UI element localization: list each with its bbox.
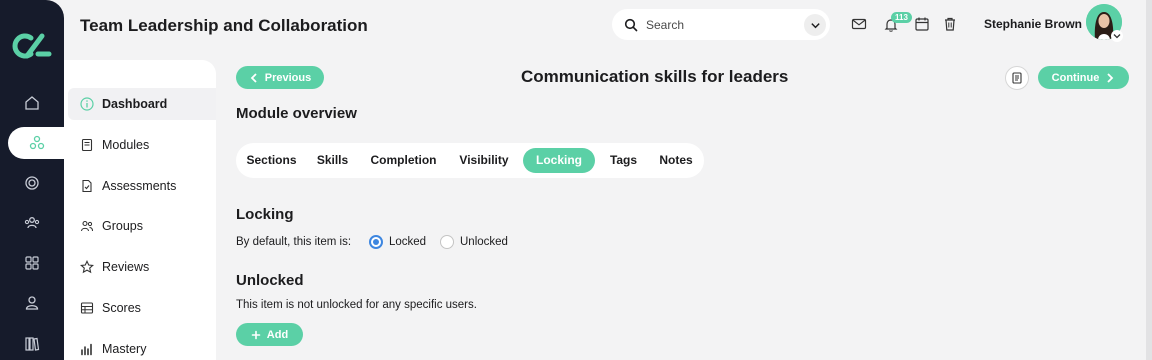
plus-icon — [251, 330, 261, 339]
info-icon — [80, 97, 94, 111]
calendar-icon — [915, 17, 929, 31]
grid-icon — [25, 256, 39, 270]
sidebar-item-label: Dashboard — [102, 97, 168, 111]
bar-chart-icon — [81, 343, 92, 356]
trash-button[interactable] — [942, 16, 958, 32]
trash-icon — [945, 17, 955, 31]
default-state-label: By default, this item is: — [236, 236, 352, 248]
tab-locking[interactable]: Locking — [523, 148, 595, 173]
tab-sections[interactable]: Sections — [241, 148, 302, 173]
avatar-menu-toggle[interactable] — [1111, 30, 1123, 42]
user-icon — [25, 296, 39, 310]
calendar-button[interactable] — [914, 16, 930, 32]
sidebar-item-label: Groups — [102, 219, 143, 233]
search-bar[interactable] — [612, 9, 830, 40]
locking-heading: Locking — [236, 206, 294, 223]
radio-unlocked-label: Unlocked — [460, 236, 508, 248]
book-icon — [81, 138, 93, 152]
chevron-down-icon — [810, 22, 820, 28]
sidebar-item-mastery[interactable]: Mastery — [68, 333, 216, 360]
radio-unlocked[interactable]: Unlocked — [440, 235, 508, 249]
rail-network[interactable] — [8, 127, 66, 159]
add-button[interactable]: Add — [236, 323, 303, 346]
document-button[interactable] — [1005, 66, 1029, 90]
page-scrollbar[interactable] — [1146, 0, 1152, 360]
groups-icon — [80, 220, 93, 232]
radio-locked[interactable]: Locked — [369, 235, 426, 249]
previous-label: Previous — [264, 71, 312, 84]
tab-notes[interactable]: Notes — [652, 148, 700, 173]
rail-user[interactable] — [0, 283, 64, 323]
tab-completion[interactable]: Completion — [363, 148, 444, 173]
messages-button[interactable] — [851, 16, 867, 32]
continue-label: Continue — [1051, 71, 1100, 84]
tab-tags[interactable]: Tags — [603, 148, 644, 173]
rail-grid[interactable] — [0, 243, 64, 283]
tab-skills[interactable]: Skills — [310, 148, 355, 173]
sidebar-item-reviews[interactable]: Reviews — [68, 251, 216, 283]
sidebar-item-modules[interactable]: Modules — [68, 129, 216, 161]
sidebar-item-label: Reviews — [102, 260, 150, 274]
search-icon — [624, 18, 638, 31]
search-dropdown-button[interactable] — [804, 14, 826, 36]
sidebar-item-label: Modules — [102, 138, 150, 152]
home-icon — [25, 96, 39, 110]
unlocked-heading: Unlocked — [236, 272, 304, 289]
continue-button[interactable]: Continue — [1038, 66, 1129, 89]
user-name: Stephanie Brown — [984, 17, 1083, 31]
search-input[interactable] — [646, 17, 786, 32]
module-tabs: Sections Skills Completion Visibility Lo… — [236, 143, 704, 178]
chevron-right-icon — [1107, 72, 1114, 83]
team-icon — [24, 217, 40, 229]
library-icon — [25, 337, 40, 351]
tab-visibility[interactable]: Visibility — [452, 148, 516, 173]
table-icon — [80, 302, 94, 314]
star-icon — [80, 260, 94, 274]
sidebar-item-label: Mastery — [102, 342, 147, 356]
notification-badge: 113 — [891, 12, 912, 23]
sidebar-item-scores[interactable]: Scores — [68, 292, 216, 324]
file-check-icon — [82, 179, 92, 193]
radio-locked-label: Locked — [389, 236, 427, 248]
module-overview-heading: Module overview — [236, 105, 357, 122]
sidebar-item-label: Scores — [102, 301, 141, 315]
app-title: Team Leadership and Collaboration — [80, 16, 368, 35]
sidebar-item-label: Assessments — [102, 179, 177, 193]
unlocked-description: This item is not unlocked for any specif… — [236, 299, 477, 311]
radio-locked-indicator[interactable] — [369, 235, 383, 249]
target-icon — [25, 176, 39, 190]
page-title: Communication skills for leaders — [521, 67, 789, 86]
previous-button[interactable]: Previous — [236, 66, 324, 89]
mail-icon — [851, 18, 867, 30]
add-label: Add — [266, 328, 289, 341]
document-icon — [1012, 72, 1022, 84]
rail-home[interactable] — [0, 83, 64, 123]
sidebar-item-dashboard[interactable]: Dashboard — [68, 88, 216, 120]
chevron-down-icon — [1113, 34, 1121, 39]
app-logo — [12, 33, 52, 59]
sidebar-item-assessments[interactable]: Assessments — [68, 170, 216, 202]
chevron-left-icon — [250, 72, 257, 83]
rail-target[interactable] — [0, 163, 64, 203]
radio-unlocked-indicator[interactable] — [440, 235, 454, 249]
rail-team[interactable] — [0, 203, 64, 243]
rail-library[interactable] — [0, 324, 64, 360]
network-icon — [29, 135, 45, 150]
sidebar-item-groups[interactable]: Groups — [68, 210, 216, 242]
